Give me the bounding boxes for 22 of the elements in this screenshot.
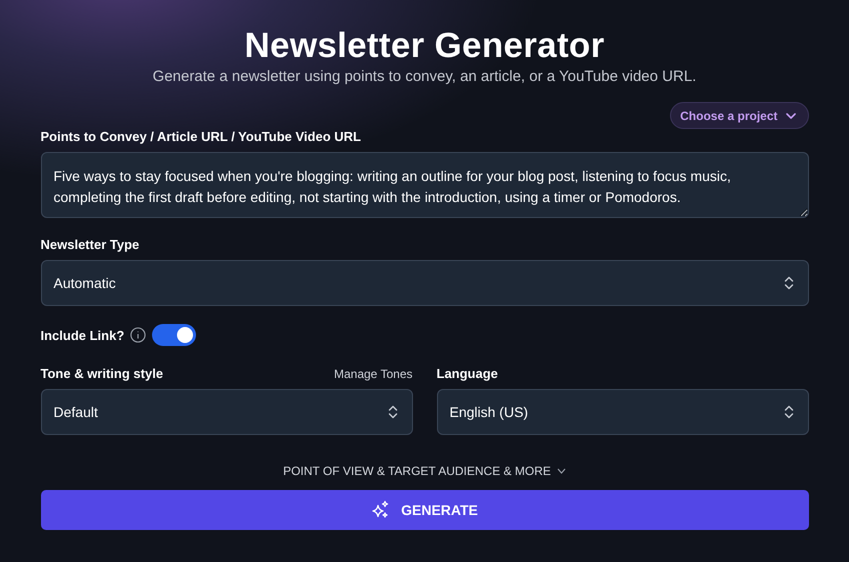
field-label: Include Link? (40, 328, 124, 342)
field-label: Newsletter Type (40, 237, 140, 252)
newsletter-type-select[interactable]: Automatic (40, 260, 808, 306)
updown-chevron-icon (784, 405, 794, 419)
field-label: Language (436, 366, 498, 381)
chevron-down-icon (786, 112, 796, 118)
chevron-icon (556, 468, 566, 474)
advanced-options-toggle[interactable]: POINT OF VIEW & TARGET AUDIENCE & MORE (283, 464, 566, 478)
page-subtitle: Generate a newsletter using points to convey, an article, or a YouTube video URL. (152, 68, 698, 85)
points-textarea[interactable]: Five ways to stay focused when you're blogging: writing an outline for your blog post, listening to focus music, completing the first draft before editing, not starting with the introduction, using a timer or Pomodoros. (40, 152, 808, 218)
field-label: Tone & writing style (40, 366, 164, 381)
updown-chevron-icon (784, 276, 794, 290)
info-icon[interactable] (130, 327, 146, 343)
include-link-toggle[interactable] (152, 324, 196, 346)
updown-chevron-icon (388, 405, 398, 419)
field-label: Points to Convey / Article URL / YouTube Video URL (40, 129, 362, 144)
manage-tones-link[interactable]: Manage Tones (334, 366, 412, 380)
tone-select[interactable]: Default (40, 389, 412, 435)
language-select[interactable]: English (US) (436, 389, 808, 435)
generate-button[interactable]: GENERATE (40, 490, 808, 530)
project-dropdown[interactable]: Choose a project (670, 102, 808, 129)
page-title: Newsletter Generator (243, 26, 606, 66)
